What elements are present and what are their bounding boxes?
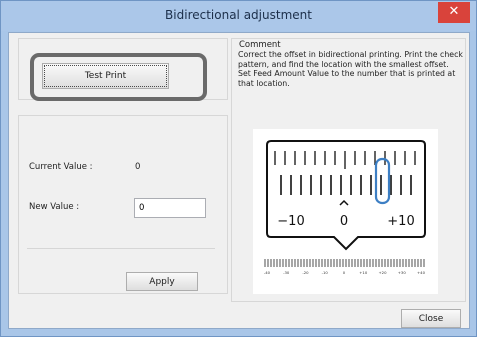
close-window-button[interactable]: ✕ — [438, 2, 470, 23]
close-button[interactable]: Close — [401, 309, 461, 328]
apply-label: Apply — [149, 277, 175, 287]
new-value-label: New Value : — [29, 202, 80, 212]
small-scale-label: -10 — [322, 270, 329, 275]
apply-button[interactable]: Apply — [126, 272, 198, 291]
dialog-client-area: Test Print Current Value : 0 New Value :… — [8, 32, 470, 329]
new-value-input[interactable]: 0 — [134, 198, 206, 218]
scale-label-right: +10 — [387, 214, 414, 229]
small-scale-label: -30 — [283, 270, 290, 275]
current-value-label: Current Value : — [29, 162, 93, 172]
test-print-label: Test Print — [84, 71, 127, 81]
small-scale-label: +30 — [398, 270, 407, 275]
window-title: Bidirectional adjustment — [165, 8, 312, 22]
close-label: Close — [418, 314, 444, 324]
scale-label-center: 0 — [340, 214, 348, 229]
comment-title: Comment — [239, 40, 281, 50]
small-scale-label: -20 — [302, 270, 309, 275]
scale-label-left: −10 — [277, 214, 304, 229]
small-scale-label: 0 — [343, 270, 346, 275]
comment-text: Correct the offset in bidirectional prin… — [238, 50, 463, 88]
check-pattern-illustration: −10 0 +10 -40 -30 -20 -10 0 +10 +20 +30 … — [253, 129, 438, 294]
small-scale-label: +20 — [378, 270, 387, 275]
comment-panel: Comment Correct the offset in bidirectio… — [231, 38, 466, 302]
test-print-button[interactable]: Test Print — [42, 63, 169, 89]
small-scale-label: +40 — [417, 270, 426, 275]
small-scale-label: +10 — [359, 270, 368, 275]
small-scale-label: -40 — [264, 270, 271, 275]
panel-separator — [27, 248, 215, 249]
current-value: 0 — [135, 162, 141, 172]
dialog-window: Bidirectional adjustment ✕ Test Print Cu… — [0, 0, 477, 337]
title-bar[interactable]: Bidirectional adjustment ✕ — [1, 1, 476, 31]
